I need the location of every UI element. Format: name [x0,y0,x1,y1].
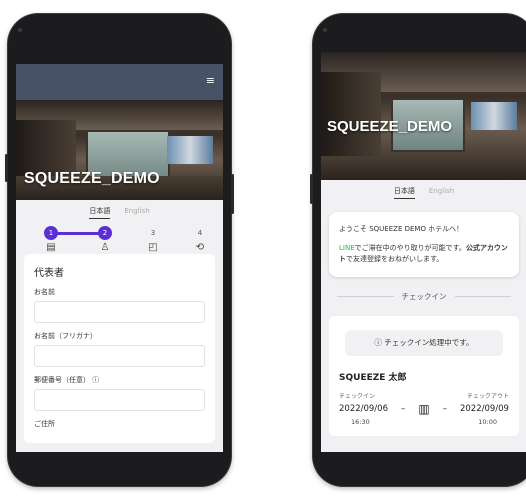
lang-en-tab[interactable]: English [124,207,149,217]
screen-right: SQUEEZE_DEMO 日本語 English ようこそ SQUEEZE DE… [321,52,526,452]
phone-frame-left: ≡ SQUEEZE_DEMO 日本語 English 1 ▤ 2 ♙ 3 ◰ 4… [5,14,234,486]
welcome-card: ようこそ SQUEEZE DEMO ホテルへ！ LINEでご滞在中のやり取りが可… [329,212,519,277]
hotel-hero-image: SQUEEZE_DEMO [321,52,526,180]
time-values: 16:30 10:00 [339,418,509,426]
welcome-text: ようこそ SQUEEZE DEMO ホテルへ！ [339,225,464,233]
checkin-date: 2022/09/06 [339,403,388,414]
postal-label: 郵便番号（任意） ⓘ [34,376,100,384]
checkout-label: チェックアウト [466,392,509,400]
step-2[interactable]: 2 ♙ [98,226,112,253]
checkin-card: ⓘ チェックイン処理中です。 SQUEEZE 太郎 チェックイン チェックアウト… [329,315,519,436]
lang-ja-tab[interactable]: 日本語 [393,186,415,199]
side-button [5,154,8,182]
date-values: 2022/09/06 – ▥ – 2022/09/09 [339,402,509,416]
kana-input[interactable] [34,345,205,367]
language-switch: 日本語 English [321,180,526,204]
checkout-date: 2022/09/09 [459,403,509,414]
document-icon: ▤ [46,242,56,253]
date-labels: チェックイン チェックアウト [339,391,509,400]
kana-label: お名前（フリガナ） [34,332,97,340]
hotel-building-icon: ▥ [418,401,430,416]
checkin-label: チェックイン [339,392,376,400]
step-4[interactable]: 4 ⟲ [193,226,207,253]
side-button [310,174,313,204]
representative-form: 代表者 お名前 お名前（フリガナ） 郵便番号（任意） ⓘ ご住所 [24,254,215,443]
lang-en-tab[interactable]: English [429,187,454,197]
checkin-status: ⓘ チェックイン処理中です。 [345,329,503,356]
hotel-name: SQUEEZE_DEMO [327,118,453,135]
edit-doc-icon: ◰ [148,242,158,253]
power-button [231,174,234,214]
front-camera [323,28,327,32]
name-input[interactable] [34,301,205,323]
dash: – [401,403,406,414]
hotel-name: SQUEEZE_DEMO [24,170,160,187]
language-switch: 日本語 English [16,200,223,224]
checkin-time: 16:30 [351,417,370,426]
postal-input[interactable] [34,389,205,411]
headset-icon: ⟲ [195,242,205,253]
guest-name: SQUEEZE 太郎 [339,372,407,383]
line-link[interactable]: LINE [339,244,355,252]
add-user-icon: ♙ [100,242,110,253]
dash: – [442,403,447,414]
screen-left: ≡ SQUEEZE_DEMO 日本語 English 1 ▤ 2 ♙ 3 ◰ 4… [16,64,223,452]
name-label: お名前 [34,288,55,296]
step-1[interactable]: 1 ▤ [44,226,58,253]
line-message: LINEでご滞在中のやり取りが可能です。公式アカウントで友達登録をおねがいします… [339,243,508,263]
hotel-hero-image: SQUEEZE_DEMO [16,100,223,200]
section-divider: チェックイン [329,291,519,302]
section-title: 代表者 [34,268,64,279]
checkout-time: 10:00 [478,417,497,426]
address-label: ご住所 [34,420,55,428]
lang-ja-tab[interactable]: 日本語 [89,206,111,219]
step-indicator: 1 ▤ 2 ♙ 3 ◰ 4 ⟲ [16,224,223,254]
step-3[interactable]: 3 ◰ [146,226,160,253]
app-bar: ≡ [16,64,223,100]
front-camera [18,28,22,32]
phone-frame-right: SQUEEZE_DEMO 日本語 English ようこそ SQUEEZE DE… [310,14,526,486]
menu-icon[interactable]: ≡ [206,75,215,86]
